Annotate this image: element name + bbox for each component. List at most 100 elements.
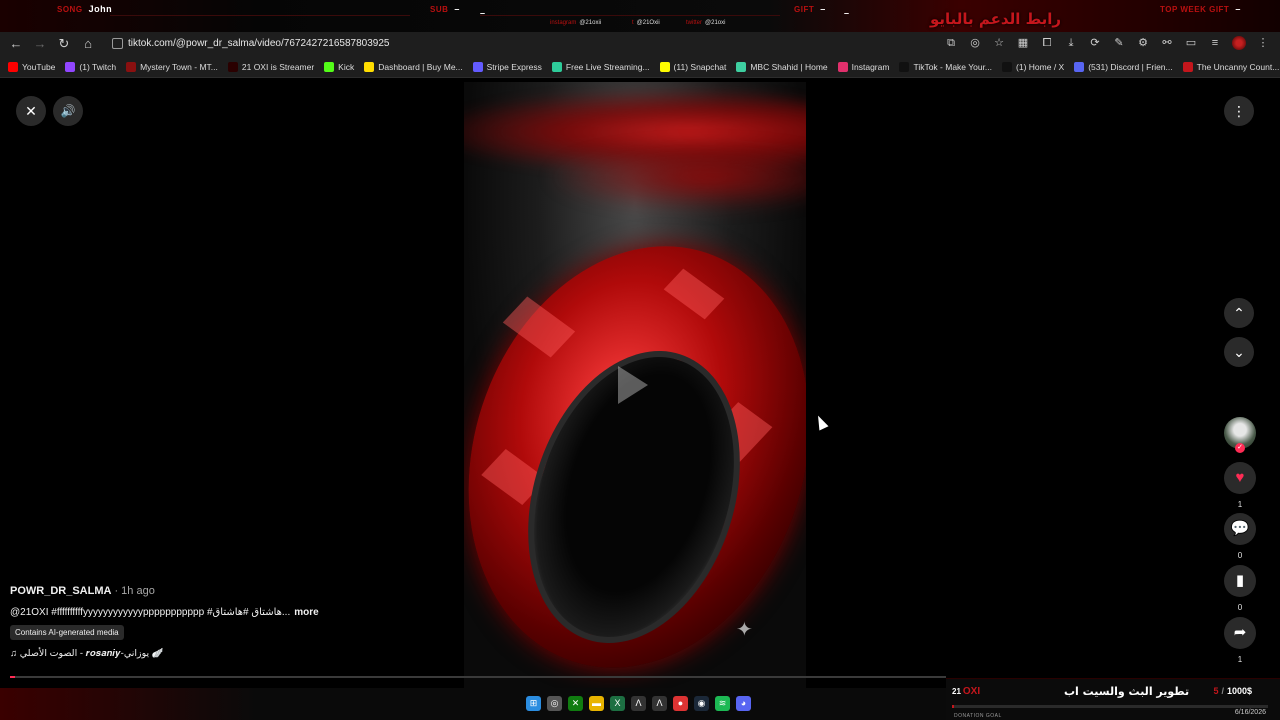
discord-icon[interactable]: ◕: [736, 696, 751, 711]
extension-icon[interactable]: ⟳: [1088, 36, 1102, 50]
bookmark-item[interactable]: Kick: [324, 61, 355, 72]
overlay-sub-secondary: –: [474, 8, 486, 18]
bookmark-item[interactable]: (1) Home / X: [1002, 61, 1064, 72]
tracking-protection-icon[interactable]: ◎: [968, 36, 982, 50]
comment-icon[interactable]: 💬: [1224, 513, 1256, 545]
like-action[interactable]: ♥ 1: [1224, 462, 1256, 509]
shahid-icon: [736, 61, 747, 72]
overlay-song: SONG John: [57, 4, 112, 14]
excel-icon[interactable]: X: [610, 696, 625, 711]
reload-icon[interactable]: ↻: [56, 36, 72, 52]
back-icon[interactable]: ←: [8, 36, 24, 52]
creator-avatar[interactable]: ✓: [1224, 417, 1256, 453]
media-controls-icon[interactable]: ≡: [1208, 36, 1222, 50]
bookmark-item[interactable]: MBC Shahid | Home: [736, 61, 828, 72]
overlay-song-value: John: [88, 4, 113, 14]
overlay-social-handle: @21Oxii: [636, 20, 660, 26]
extension-icon[interactable]: ▭: [1184, 36, 1198, 50]
overlay-support-banner: رابط الدعم بالبايو: [930, 10, 1062, 28]
bookmark-label: (1) Twitch: [79, 61, 117, 72]
bookmark-label: Instagram: [851, 61, 890, 72]
post-time: · 1h ago: [114, 585, 155, 597]
kick-icon: [324, 61, 335, 72]
overlay-top-gift-label: TOP WEEK GIFT: [1160, 5, 1230, 14]
bookmark-star-icon[interactable]: ☆: [992, 36, 1006, 50]
overlay-top-gift-value: –: [1235, 4, 1241, 14]
discord-icon: [1074, 61, 1085, 72]
bookmark-icon[interactable]: ▮: [1224, 565, 1256, 597]
youtube-icon: [8, 61, 18, 72]
bookmark-item[interactable]: (1) Twitch: [65, 61, 117, 72]
more-options-icon[interactable]: ⋮: [1224, 96, 1254, 126]
chrome-icon[interactable]: ●: [673, 696, 688, 711]
follow-check-icon[interactable]: ✓: [1235, 443, 1245, 453]
bookmark-label: Kick: [338, 61, 355, 72]
bookmark-label: MBC Shahid | Home: [750, 61, 828, 72]
video-player[interactable]: ✦: [464, 82, 806, 688]
bookmark-item[interactable]: Dashboard | Buy Me...: [364, 61, 463, 72]
streaming-icon: [551, 61, 562, 72]
bookmark-item[interactable]: Free Live Streaming...: [551, 61, 650, 72]
qr-code-icon[interactable]: ▦: [1016, 36, 1030, 50]
donation-amount: 5/1000$: [1213, 686, 1252, 696]
home-icon[interactable]: ⌂: [80, 36, 96, 52]
bookmark-item[interactable]: The Uncanny Count...: [1182, 61, 1279, 72]
xbox-icon[interactable]: ✕: [568, 696, 583, 711]
share-icon[interactable]: ➦: [1224, 617, 1256, 649]
file-explorer-icon[interactable]: ▬: [589, 696, 604, 711]
bookmark-label: Mystery Town - MT...: [140, 61, 218, 72]
video-progress-bar[interactable]: [10, 676, 946, 678]
menu-icon[interactable]: ⋮: [1256, 36, 1270, 50]
close-icon[interactable]: ✕: [16, 96, 46, 126]
bookmark-item[interactable]: Instagram: [837, 61, 890, 72]
spotify-icon[interactable]: ≋: [715, 696, 730, 711]
music-info[interactable]: ♫ الصوت الأصلي - 𝒓𝒐𝒔𝒂𝒏𝒊𝒚-يوزاني 🪽: [10, 648, 460, 659]
previous-video-icon[interactable]: ⌃: [1224, 298, 1254, 328]
extension-icon[interactable]: ⚙: [1136, 36, 1150, 50]
bookmark-item[interactable]: YouTube: [8, 61, 56, 72]
bookmark-item[interactable]: TikTok - Make Your...: [899, 61, 992, 72]
extensions-icon[interactable]: ⧠: [1040, 36, 1054, 50]
download-icon[interactable]: ⤓: [1064, 36, 1078, 50]
oxi-logo: 21 OXI: [952, 686, 980, 697]
windows-start-icon[interactable]: ⊞: [526, 696, 541, 711]
extension-icon[interactable]: ✎: [1112, 36, 1126, 50]
site-info-icon[interactable]: [112, 38, 123, 49]
donation-progress-fill: [952, 705, 954, 708]
bookmark-item[interactable]: (11) Snapchat: [659, 61, 726, 72]
share-action[interactable]: ➦ 1: [1224, 617, 1256, 664]
share-count: 1: [1237, 655, 1243, 664]
bookmark-label: YouTube: [22, 61, 56, 72]
forward-icon[interactable]: →: [32, 36, 48, 52]
overlay-social-instagram: instagram @21oxii: [550, 20, 601, 26]
bookmarks-bar: YouTube (1) Twitch Mystery Town - MT... 21 …: [0, 56, 1280, 78]
volume-icon[interactable]: 🔊: [53, 96, 83, 126]
heart-icon[interactable]: ♥: [1224, 462, 1256, 494]
save-action[interactable]: ▮ 0: [1224, 565, 1256, 612]
next-video-icon[interactable]: ⌄: [1224, 337, 1254, 367]
search-icon[interactable]: ◎: [547, 696, 562, 711]
stream-overlay-top: SONG John SUB – – GIFT – – TOP WEEK GIFT – i…: [0, 0, 1280, 34]
bookmark-item[interactable]: 21 OXI is Streamer: [227, 61, 314, 72]
instagram-icon: [837, 61, 848, 72]
video-meta: POWR_DR_SALMA · 1h ago @21OXI #ffffffffff…: [10, 585, 460, 659]
comment-action[interactable]: 💬 0: [1224, 513, 1256, 560]
address-bar[interactable]: tiktok.com/@powr_dr_salma/video/76724272…: [110, 35, 910, 53]
donation-current: 5: [1213, 686, 1219, 696]
uncanny-icon: [1182, 61, 1193, 72]
app-icon[interactable]: Λ: [652, 696, 667, 711]
more-button[interactable]: more: [294, 607, 318, 618]
bookmark-item[interactable]: Stripe Express: [472, 61, 542, 72]
install-app-icon[interactable]: ⧉: [944, 36, 958, 50]
bookmark-label: (531) Discord | Frien...: [1088, 61, 1173, 72]
bookmark-item[interactable]: (531) Discord | Frien...: [1074, 61, 1173, 72]
link-icon[interactable]: ⚯: [1160, 36, 1174, 50]
author-name[interactable]: POWR_DR_SALMA: [10, 585, 111, 597]
app-icon[interactable]: Λ: [631, 696, 646, 711]
play-icon[interactable]: [618, 366, 648, 404]
toolbar-icons: ⧉ ◎ ☆ ▦ ⧠ ⤓ ⟳ ✎ ⚙ ⚯ ▭ ≡ ⋮: [944, 36, 1270, 52]
steam-icon[interactable]: ◉: [694, 696, 709, 711]
overlay-sub-value-secondary: –: [480, 8, 486, 18]
profile-avatar[interactable]: [1232, 36, 1246, 50]
bookmark-item[interactable]: Mystery Town - MT...: [126, 61, 218, 72]
